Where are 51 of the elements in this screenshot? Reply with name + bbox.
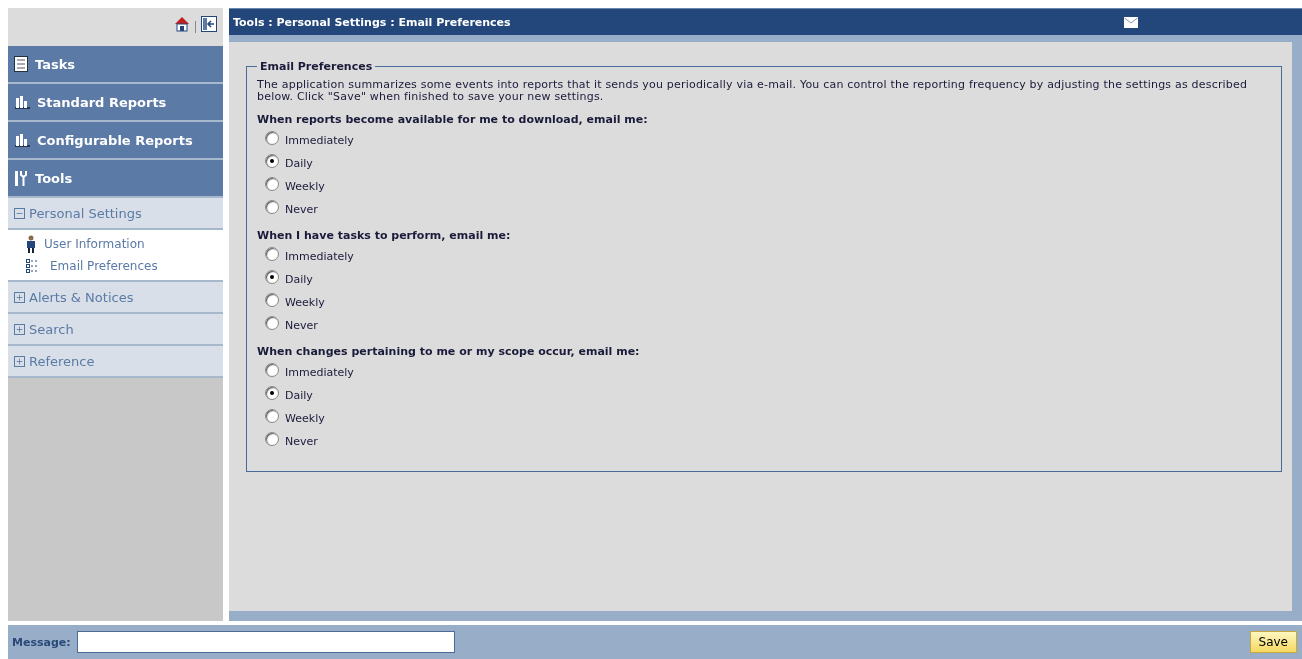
exit-icon[interactable]: [201, 16, 217, 32]
radio-label[interactable]: Never: [285, 203, 318, 216]
radio-button[interactable]: [265, 269, 279, 284]
envelope-icon[interactable]: [1124, 16, 1138, 28]
person-icon: [26, 235, 36, 253]
radio-label[interactable]: Immediately: [285, 366, 354, 379]
tree-item[interactable]: Email Preferences: [8, 256, 223, 276]
radio-button[interactable]: [265, 176, 279, 191]
expand-icon[interactable]: [14, 291, 25, 303]
radio-label[interactable]: Daily: [285, 273, 313, 286]
radio-label[interactable]: Weekly: [285, 180, 325, 193]
radio-label[interactable]: Never: [285, 435, 318, 448]
nav-section[interactable]: Tools: [8, 160, 223, 198]
radio-label[interactable]: Weekly: [285, 412, 325, 425]
expand-icon[interactable]: [14, 355, 25, 367]
intro-text: The application summarizes some events into reports that it sends you periodically via e-mail. You can control the reporting frequency by adjusting the settings as described below. Click "Save" when finished to save your new settings.: [257, 79, 1249, 103]
question-label: When I have tasks to perform, email me:: [257, 229, 512, 242]
radio-button[interactable]: [265, 246, 279, 261]
radio-label[interactable]: Daily: [285, 157, 313, 170]
radio-button[interactable]: [265, 153, 279, 168]
bar-chart-icon: [14, 95, 30, 109]
message-field[interactable]: [76, 631, 455, 653]
radio-button[interactable]: [265, 431, 279, 446]
radio-label[interactable]: Daily: [285, 389, 313, 402]
breadcrumb: Tools : Personal Settings : Email Preferences: [233, 15, 512, 29]
nav-section[interactable]: Tasks: [8, 46, 223, 84]
tools-icon: [14, 170, 28, 186]
radio-label[interactable]: Weekly: [285, 296, 325, 309]
bar-chart-icon: [14, 133, 30, 147]
nav-section[interactable]: Configurable Reports: [8, 122, 223, 160]
radio-label[interactable]: Immediately: [285, 134, 354, 147]
radio-button[interactable]: [265, 385, 279, 400]
radio-label[interactable]: Immediately: [285, 250, 354, 263]
message-label: Message:: [12, 635, 71, 649]
tree-item[interactable]: User Information: [8, 232, 223, 256]
checklist-icon: [14, 56, 28, 72]
section-title: Email Preferences: [259, 60, 374, 73]
radio-button[interactable]: [265, 292, 279, 307]
home-icon[interactable]: [174, 16, 190, 32]
radio-button[interactable]: [265, 199, 279, 214]
save-button[interactable]: Save: [1249, 631, 1297, 653]
question-label: When reports become available for me to download, email me:: [257, 113, 649, 126]
radio-button[interactable]: [265, 315, 279, 330]
radio-button[interactable]: [265, 362, 279, 377]
radio-button[interactable]: [265, 130, 279, 145]
radio-label[interactable]: Never: [285, 319, 318, 332]
question-label: When changes pertaining to me or my scope occur, email me:: [257, 345, 641, 358]
expand-icon[interactable]: [14, 323, 25, 335]
radio-button[interactable]: [265, 408, 279, 423]
nav-section[interactable]: Standard Reports: [8, 84, 223, 122]
collapse-icon[interactable]: [14, 207, 25, 219]
